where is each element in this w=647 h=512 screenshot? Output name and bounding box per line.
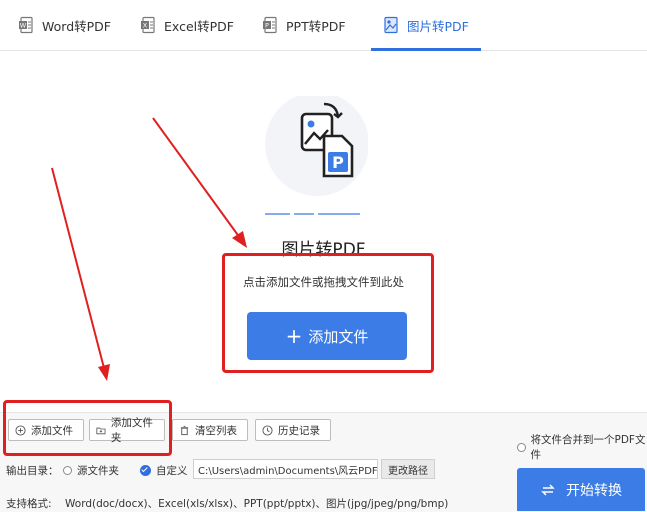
history-label: 历史记录 xyxy=(278,423,320,438)
clear-list-label: 清空列表 xyxy=(195,423,237,438)
annotation-box-drop-area xyxy=(222,253,434,373)
merge-option[interactable]: 将文件合并到一个PDF文件 xyxy=(517,432,647,462)
merge-label: 将文件合并到一个PDF文件 xyxy=(531,432,647,462)
history-button[interactable]: 历史记录 xyxy=(255,419,331,441)
svg-text:P: P xyxy=(332,153,344,172)
convert-arrows-icon xyxy=(540,482,556,498)
annotation-box-toolbar xyxy=(3,400,172,456)
source-folder-label: 源文件夹 xyxy=(77,463,119,478)
excel-doc-icon: X xyxy=(140,16,158,34)
formats-label: 支持格式: xyxy=(6,496,52,511)
svg-text:P: P xyxy=(265,22,269,30)
ppt-doc-icon: P xyxy=(262,16,280,34)
svg-text:X: X xyxy=(143,22,148,30)
tab-ppt-label: PPT转PDF xyxy=(286,16,346,35)
arrow-line-to-toolbar xyxy=(52,168,104,368)
tab-image-label: 图片转PDF xyxy=(407,16,469,35)
image-doc-icon xyxy=(383,16,401,34)
change-path-button[interactable]: 更改路径 xyxy=(381,459,435,479)
output-dir-label: 输出目录： xyxy=(6,463,59,478)
custom-folder-radio[interactable] xyxy=(140,465,151,476)
clock-icon xyxy=(262,425,273,436)
custom-folder-label: 自定义 xyxy=(156,463,188,478)
trash-icon xyxy=(179,425,190,436)
tab-ppt-to-pdf[interactable]: P PPT转PDF xyxy=(262,0,346,50)
tab-word-to-pdf[interactable]: W Word转PDF xyxy=(18,0,111,50)
start-convert-label: 开始转换 xyxy=(566,480,622,500)
tab-word-label: Word转PDF xyxy=(42,16,111,35)
arrow-line-to-drop xyxy=(153,118,240,238)
image-to-pdf-illustration: P xyxy=(262,96,368,216)
tab-image-to-pdf[interactable]: 图片转PDF xyxy=(383,0,469,50)
arrow-head-to-toolbar xyxy=(98,364,110,381)
source-folder-option[interactable]: 源文件夹 xyxy=(63,463,119,478)
word-doc-icon: W xyxy=(18,16,36,34)
svg-text:W: W xyxy=(20,22,27,30)
formats-value: Word(doc/docx)、Excel(xls/xlsx)、PPT(ppt/p… xyxy=(65,496,448,511)
tab-excel-to-pdf[interactable]: X Excel转PDF xyxy=(140,0,234,50)
custom-folder-option[interactable]: 自定义 xyxy=(140,463,188,478)
source-folder-radio[interactable] xyxy=(63,466,72,475)
clear-list-button[interactable]: 清空列表 xyxy=(172,419,248,441)
start-convert-button[interactable]: 开始转换 xyxy=(517,468,645,511)
output-path-field[interactable]: C:\Users\admin\Documents\风云PDF... xyxy=(193,459,378,479)
merge-radio[interactable] xyxy=(517,443,526,452)
tab-excel-label: Excel转PDF xyxy=(164,16,234,35)
conversion-tabs: W Word转PDF X Excel转PDF P PPT转PDF 图片转PDF xyxy=(0,0,647,51)
